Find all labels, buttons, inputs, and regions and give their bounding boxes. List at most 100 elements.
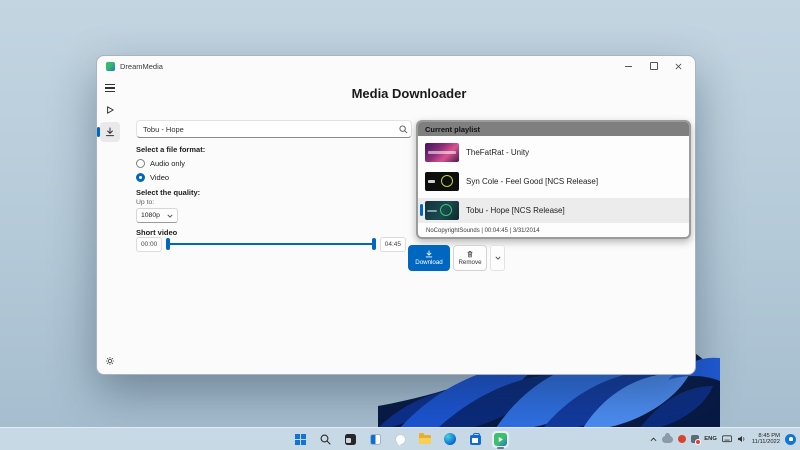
remove-button[interactable]: Remove xyxy=(453,245,487,271)
video-thumbnail xyxy=(425,172,459,191)
trim-slider-row: 00:00 04:45 xyxy=(136,236,406,252)
sidebar-item-settings[interactable] xyxy=(97,356,123,366)
trim-end-value[interactable]: 04:45 xyxy=(379,236,406,252)
radio-audio-only[interactable]: Audio only xyxy=(136,159,185,168)
maximize-button[interactable] xyxy=(641,57,666,75)
windows-logo-icon xyxy=(294,433,306,445)
chat-button[interactable] xyxy=(392,431,409,448)
quality-value: 1080p xyxy=(141,212,160,219)
start-button[interactable] xyxy=(292,431,309,448)
volume-icon xyxy=(737,435,745,443)
action-buttons: Download Remove xyxy=(408,245,505,271)
slider-handle-start[interactable] xyxy=(166,238,171,250)
close-button[interactable] xyxy=(666,57,691,75)
edge-icon xyxy=(444,433,456,445)
download-icon xyxy=(106,127,114,137)
radio-checked-icon xyxy=(136,173,145,182)
search-icon xyxy=(398,124,407,133)
search-input[interactable] xyxy=(137,124,395,134)
dreammedia-taskbar-button[interactable] xyxy=(491,430,509,449)
folder-icon xyxy=(419,432,431,444)
maximize-icon xyxy=(649,62,658,70)
quality-sublabel: Up to: xyxy=(136,199,155,206)
download-button-label: Download xyxy=(415,259,443,266)
chevron-down-icon xyxy=(167,214,173,218)
clock-date: 11/11/2022 xyxy=(751,439,780,445)
selection-indicator xyxy=(420,204,423,216)
trash-icon xyxy=(467,251,473,258)
badge-icon xyxy=(691,435,702,445)
minimize-icon xyxy=(625,65,632,67)
store-button[interactable] xyxy=(467,431,484,448)
task-view-icon xyxy=(344,433,356,445)
file-explorer-button[interactable] xyxy=(417,431,434,448)
slider-track[interactable] xyxy=(167,243,375,245)
radio-video-label: Video xyxy=(150,173,170,182)
titlebar[interactable]: DreamMedia xyxy=(97,56,695,76)
app-title: DreamMedia xyxy=(120,61,163,71)
chevron-up-icon xyxy=(650,437,657,441)
search-icon xyxy=(320,434,331,445)
playlist-item-selected[interactable]: Tobu - Hope [NCS Release] xyxy=(418,198,689,223)
touch-keyboard-button[interactable] xyxy=(722,431,732,447)
radio-audio-label: Audio only xyxy=(150,159,186,168)
quality-dropdown[interactable]: 1080p xyxy=(136,208,178,223)
search-field xyxy=(136,120,412,138)
app-icon xyxy=(106,61,115,71)
download-button[interactable]: Download xyxy=(408,245,450,271)
alert-tray-icon[interactable] xyxy=(678,431,687,447)
playlist-item[interactable]: Syn Cole - Feel Good [NCS Release] xyxy=(418,169,689,194)
hamburger-icon xyxy=(105,84,115,92)
playlist-item[interactable]: TheFatRat - Unity xyxy=(418,140,689,165)
playlist-header: Current playlist xyxy=(418,122,689,136)
close-icon xyxy=(675,63,682,69)
minimize-button[interactable] xyxy=(616,57,641,75)
desktop: DreamMedia Media Downloader Tobu - Hope … xyxy=(0,0,800,450)
menu-button[interactable] xyxy=(100,78,120,98)
task-view-button[interactable] xyxy=(342,431,359,448)
trim-start-value[interactable]: 00:00 xyxy=(136,236,163,252)
widgets-button[interactable] xyxy=(367,431,384,448)
selected-item-metadata: NoCopyrightSounds | 00:04:45 | 3/31/2014 xyxy=(426,228,540,234)
dreammedia-icon xyxy=(493,432,507,446)
chat-icon xyxy=(394,433,406,445)
slider-handle-end[interactable] xyxy=(371,238,376,250)
sidebar-item-play[interactable] xyxy=(100,100,120,120)
store-icon xyxy=(469,432,481,445)
playlist-item-title: Tobu - Hope [NCS Release] xyxy=(466,206,565,215)
hidden-icons-button[interactable] xyxy=(650,431,657,447)
taskbar: ENG 8:45 PM 11/11/2022 xyxy=(0,427,800,450)
search-button[interactable] xyxy=(395,121,411,137)
active-indicator xyxy=(97,127,100,137)
chevron-down-icon xyxy=(494,256,501,260)
remove-button-label: Remove xyxy=(458,259,482,266)
touch-keyboard-icon xyxy=(722,435,732,443)
page-title: Media Downloader xyxy=(351,86,467,101)
app-badge-tray-icon[interactable] xyxy=(691,431,702,447)
quality-label: Select the quality: xyxy=(136,188,201,197)
playlist-item-title: TheFatRat - Unity xyxy=(466,148,530,157)
radio-icon xyxy=(136,159,145,168)
playlist-item-title: Syn Cole - Feel Good [NCS Release] xyxy=(466,177,599,186)
cloud-icon xyxy=(662,432,674,443)
edge-button[interactable] xyxy=(442,431,459,448)
notification-center-button[interactable] xyxy=(785,431,796,447)
widgets-icon xyxy=(369,433,381,445)
taskbar-clock[interactable]: 8:45 PM 11/11/2022 xyxy=(752,433,780,446)
sidebar-item-downloads[interactable] xyxy=(97,122,120,142)
radio-video[interactable]: Video xyxy=(136,173,169,182)
video-thumbnail xyxy=(425,143,459,162)
play-icon xyxy=(107,106,114,114)
remove-options-button[interactable] xyxy=(490,245,505,271)
sidebar xyxy=(97,76,123,374)
notification-badge-icon xyxy=(785,433,796,445)
playlist-panel: Current playlist TheFatRat - Unity Syn C… xyxy=(416,120,691,239)
taskbar-search-button[interactable] xyxy=(317,431,334,448)
format-label: Select a file format: xyxy=(136,145,206,154)
volume-button[interactable] xyxy=(737,431,747,447)
trim-slider[interactable] xyxy=(166,237,376,251)
red-dot-icon xyxy=(678,435,687,443)
gear-icon xyxy=(106,357,114,365)
language-indicator[interactable]: ENG xyxy=(704,436,717,442)
onedrive-tray-icon[interactable] xyxy=(662,431,674,447)
